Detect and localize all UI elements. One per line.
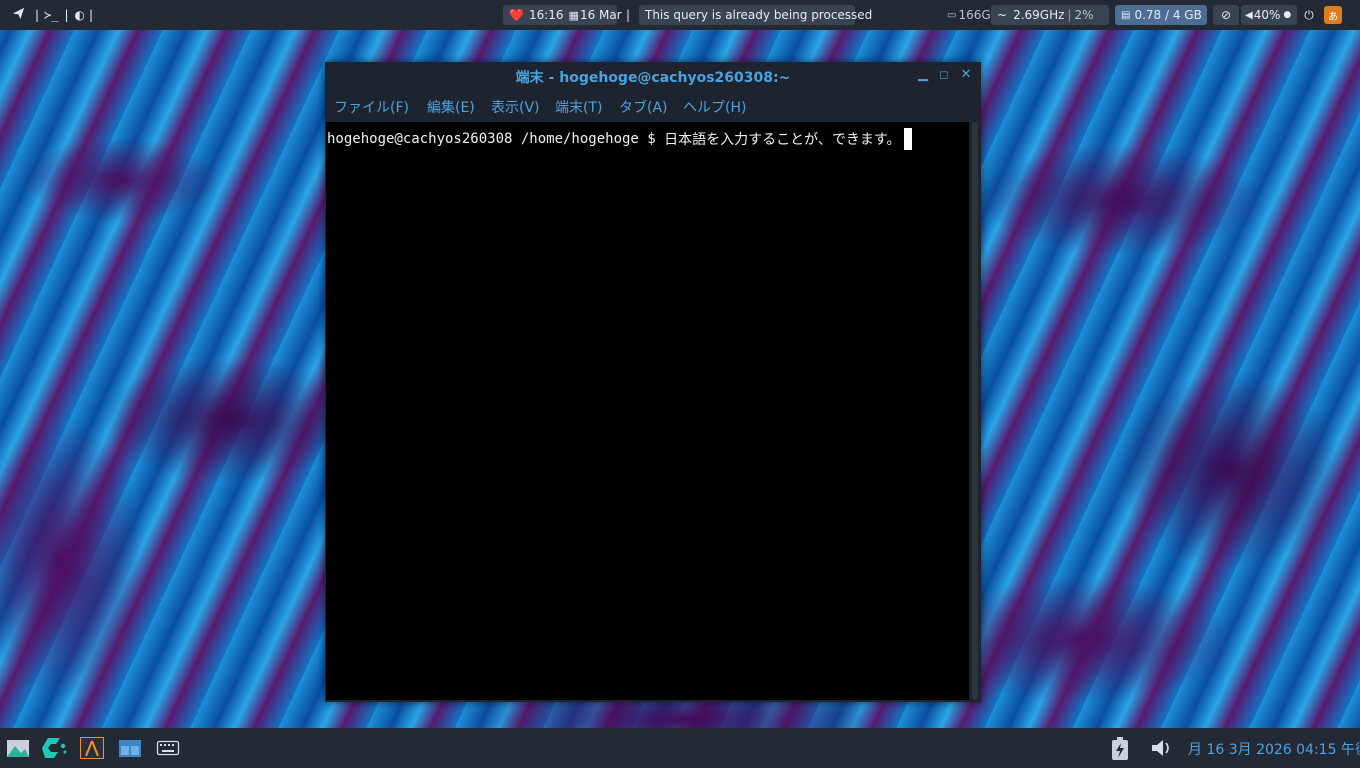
calendar-icon: ▦ [568,8,579,22]
window-titlebar[interactable]: 端末 - hogehoge@cachyos260308:~ ▁ ◻ ✕ [325,62,981,90]
volume-widget[interactable]: ◀ 40% ● [1241,5,1297,25]
volume-text: 40% [1253,8,1281,22]
top-bar: | ≻_ | ◐ | ❤️ 16:16 ▦ 16 Mar | This quer… [0,0,1360,30]
menu-file[interactable]: ファイル(F) [334,97,409,117]
disk-icon: ▭ [947,9,957,21]
date-text: 16 Mar [579,8,622,22]
power-icon[interactable]: ⏻ [1299,5,1319,25]
menu-terminal[interactable]: 端末(T) [555,97,602,117]
command-line: hogehoge@cachyos260308 /home/hogehoge $ … [327,128,913,150]
memory-text: 0.78 / 4 GB [1134,8,1202,22]
terminal-window: 端末 - hogehoge@cachyos260308:~ ▁ ◻ ✕ ファイル… [325,62,981,702]
scrollbar[interactable] [972,122,978,700]
disk-text: 166G [958,8,991,22]
launcher-group: | ≻_ | ◐ | [12,0,97,30]
menu-edit[interactable]: 編集(E) [427,97,475,117]
memory-widget[interactable]: ▤ 0.78 / 4 GB [1115,5,1207,25]
cpu-usage: 2% [1074,8,1094,22]
moon-icon[interactable]: ◐ [75,8,85,22]
ime-icon[interactable]: あ [1324,6,1342,24]
keyboard-icon[interactable] [156,737,180,759]
maximize-icon[interactable]: ◻ [936,67,952,83]
clock-widget[interactable]: ❤️ 16:16 ▦ 16 Mar [503,5,622,25]
cachyos-icon[interactable] [42,737,67,759]
window-switcher-icon[interactable] [118,737,142,759]
memory-icon: ▤ [1121,9,1131,21]
heart-icon: ❤️ [509,8,524,22]
volume-icon[interactable] [1150,737,1174,759]
eye-off-icon[interactable]: ⊘ [1213,5,1239,25]
window-title: 端末 - hogehoge@cachyos260308:~ [515,70,791,86]
cpu-icon: ~ [997,8,1008,22]
menu-tabs[interactable]: タブ(A) [619,97,668,117]
terminal-output[interactable]: hogehoge@cachyos260308 /home/hogehoge $ … [326,122,969,700]
separator: | [64,8,69,22]
menu-view[interactable]: 表示(V) [491,97,540,117]
close-icon[interactable]: ✕ [958,67,974,83]
menu-help[interactable]: ヘルプ(H) [683,97,746,117]
minimize-icon[interactable]: ▁ [915,67,931,83]
cpu-freq: 2.69GHz [1013,8,1065,22]
text-cursor [904,128,913,150]
menu-bar: ファイル(F) 編集(E) 表示(V) 端末(T) タブ(A) ヘルプ(H) [325,92,981,120]
battery-charging-icon[interactable] [1109,737,1133,760]
speaker-icon: ◀ [1245,9,1253,21]
separator: | [89,8,94,22]
notification-text: This query is already being processed [639,5,872,25]
file-manager-icon[interactable] [6,737,30,759]
mic-icon: ● [1283,10,1292,20]
typed-input: 日本語を入力することが、できます。 [664,132,901,148]
taskbar-clock[interactable]: 月 16 3月 2026 04:15 午後 [1188,739,1360,759]
disk-widget[interactable]: ▭ 166G [944,5,991,25]
paper-plane-icon[interactable] [12,7,26,23]
separator: | [35,8,40,22]
separator: | [626,8,631,22]
bottom-taskbar: 月 16 3月 2026 04:15 午後 [0,728,1360,768]
time-text: 16:16 [528,8,564,22]
terminal-icon[interactable]: ≻_ [44,8,58,22]
cpu-separator: | [1067,8,1072,22]
cpu-widget[interactable]: ~ 2.69GHz | 2% [991,5,1109,25]
shell-prompt: hogehoge@cachyos260308 /home/hogehoge $ [327,131,665,147]
text-editor-icon[interactable] [80,737,104,759]
